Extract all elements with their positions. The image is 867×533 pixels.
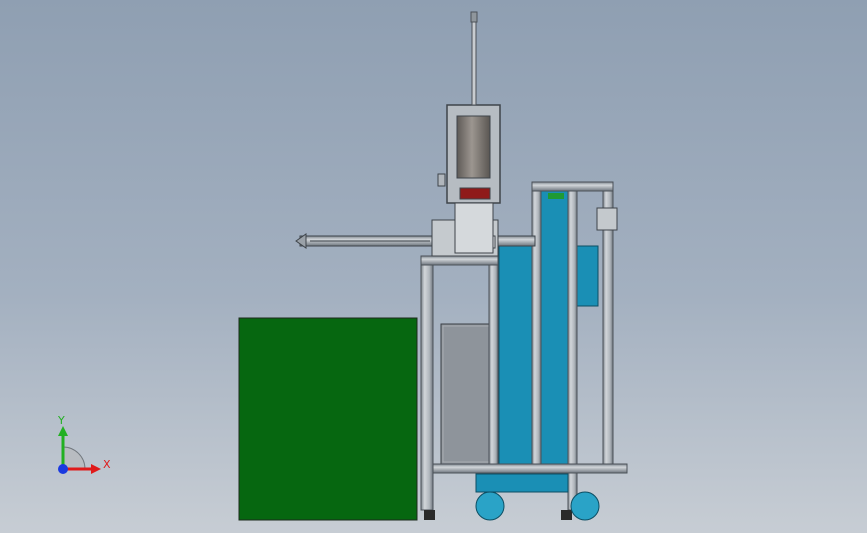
press-rod-end xyxy=(470,11,478,23)
frame-post-left[interactable] xyxy=(420,255,434,511)
press-red-block[interactable] xyxy=(459,187,491,200)
blue-tank[interactable] xyxy=(498,245,534,465)
gray-cabinet[interactable] xyxy=(440,323,494,465)
blue-tank-tall[interactable] xyxy=(540,184,570,465)
axis-label-y: Y xyxy=(58,414,65,427)
press-rod[interactable] xyxy=(471,19,477,106)
coordinate-triad xyxy=(58,426,101,474)
wheel-right[interactable] xyxy=(570,491,600,521)
frame-post-a[interactable] xyxy=(531,181,542,465)
assembly-model[interactable] xyxy=(0,0,867,533)
press-column[interactable] xyxy=(454,202,494,254)
green-indicator xyxy=(548,193,564,199)
cad-viewport[interactable]: Y X xyxy=(0,0,867,533)
frame-upper-beam[interactable] xyxy=(420,255,499,266)
wheel-left[interactable] xyxy=(475,491,505,521)
green-panel[interactable] xyxy=(238,317,418,521)
caster-mount xyxy=(475,473,569,493)
frame-base-beam[interactable] xyxy=(432,463,628,474)
foot-left[interactable] xyxy=(424,510,435,520)
blue-side-box[interactable] xyxy=(575,245,599,307)
foot-right[interactable] xyxy=(561,510,572,520)
left-bracket xyxy=(437,173,446,187)
press-cylinder[interactable] xyxy=(456,115,491,179)
frame-post-mid[interactable] xyxy=(488,255,499,465)
frame-top-beam[interactable] xyxy=(531,181,614,192)
sensor-bracket[interactable] xyxy=(596,207,618,231)
axis-label-x: X xyxy=(103,458,111,471)
z-axis-dot xyxy=(58,464,68,474)
frame-post-b[interactable] xyxy=(567,181,578,511)
